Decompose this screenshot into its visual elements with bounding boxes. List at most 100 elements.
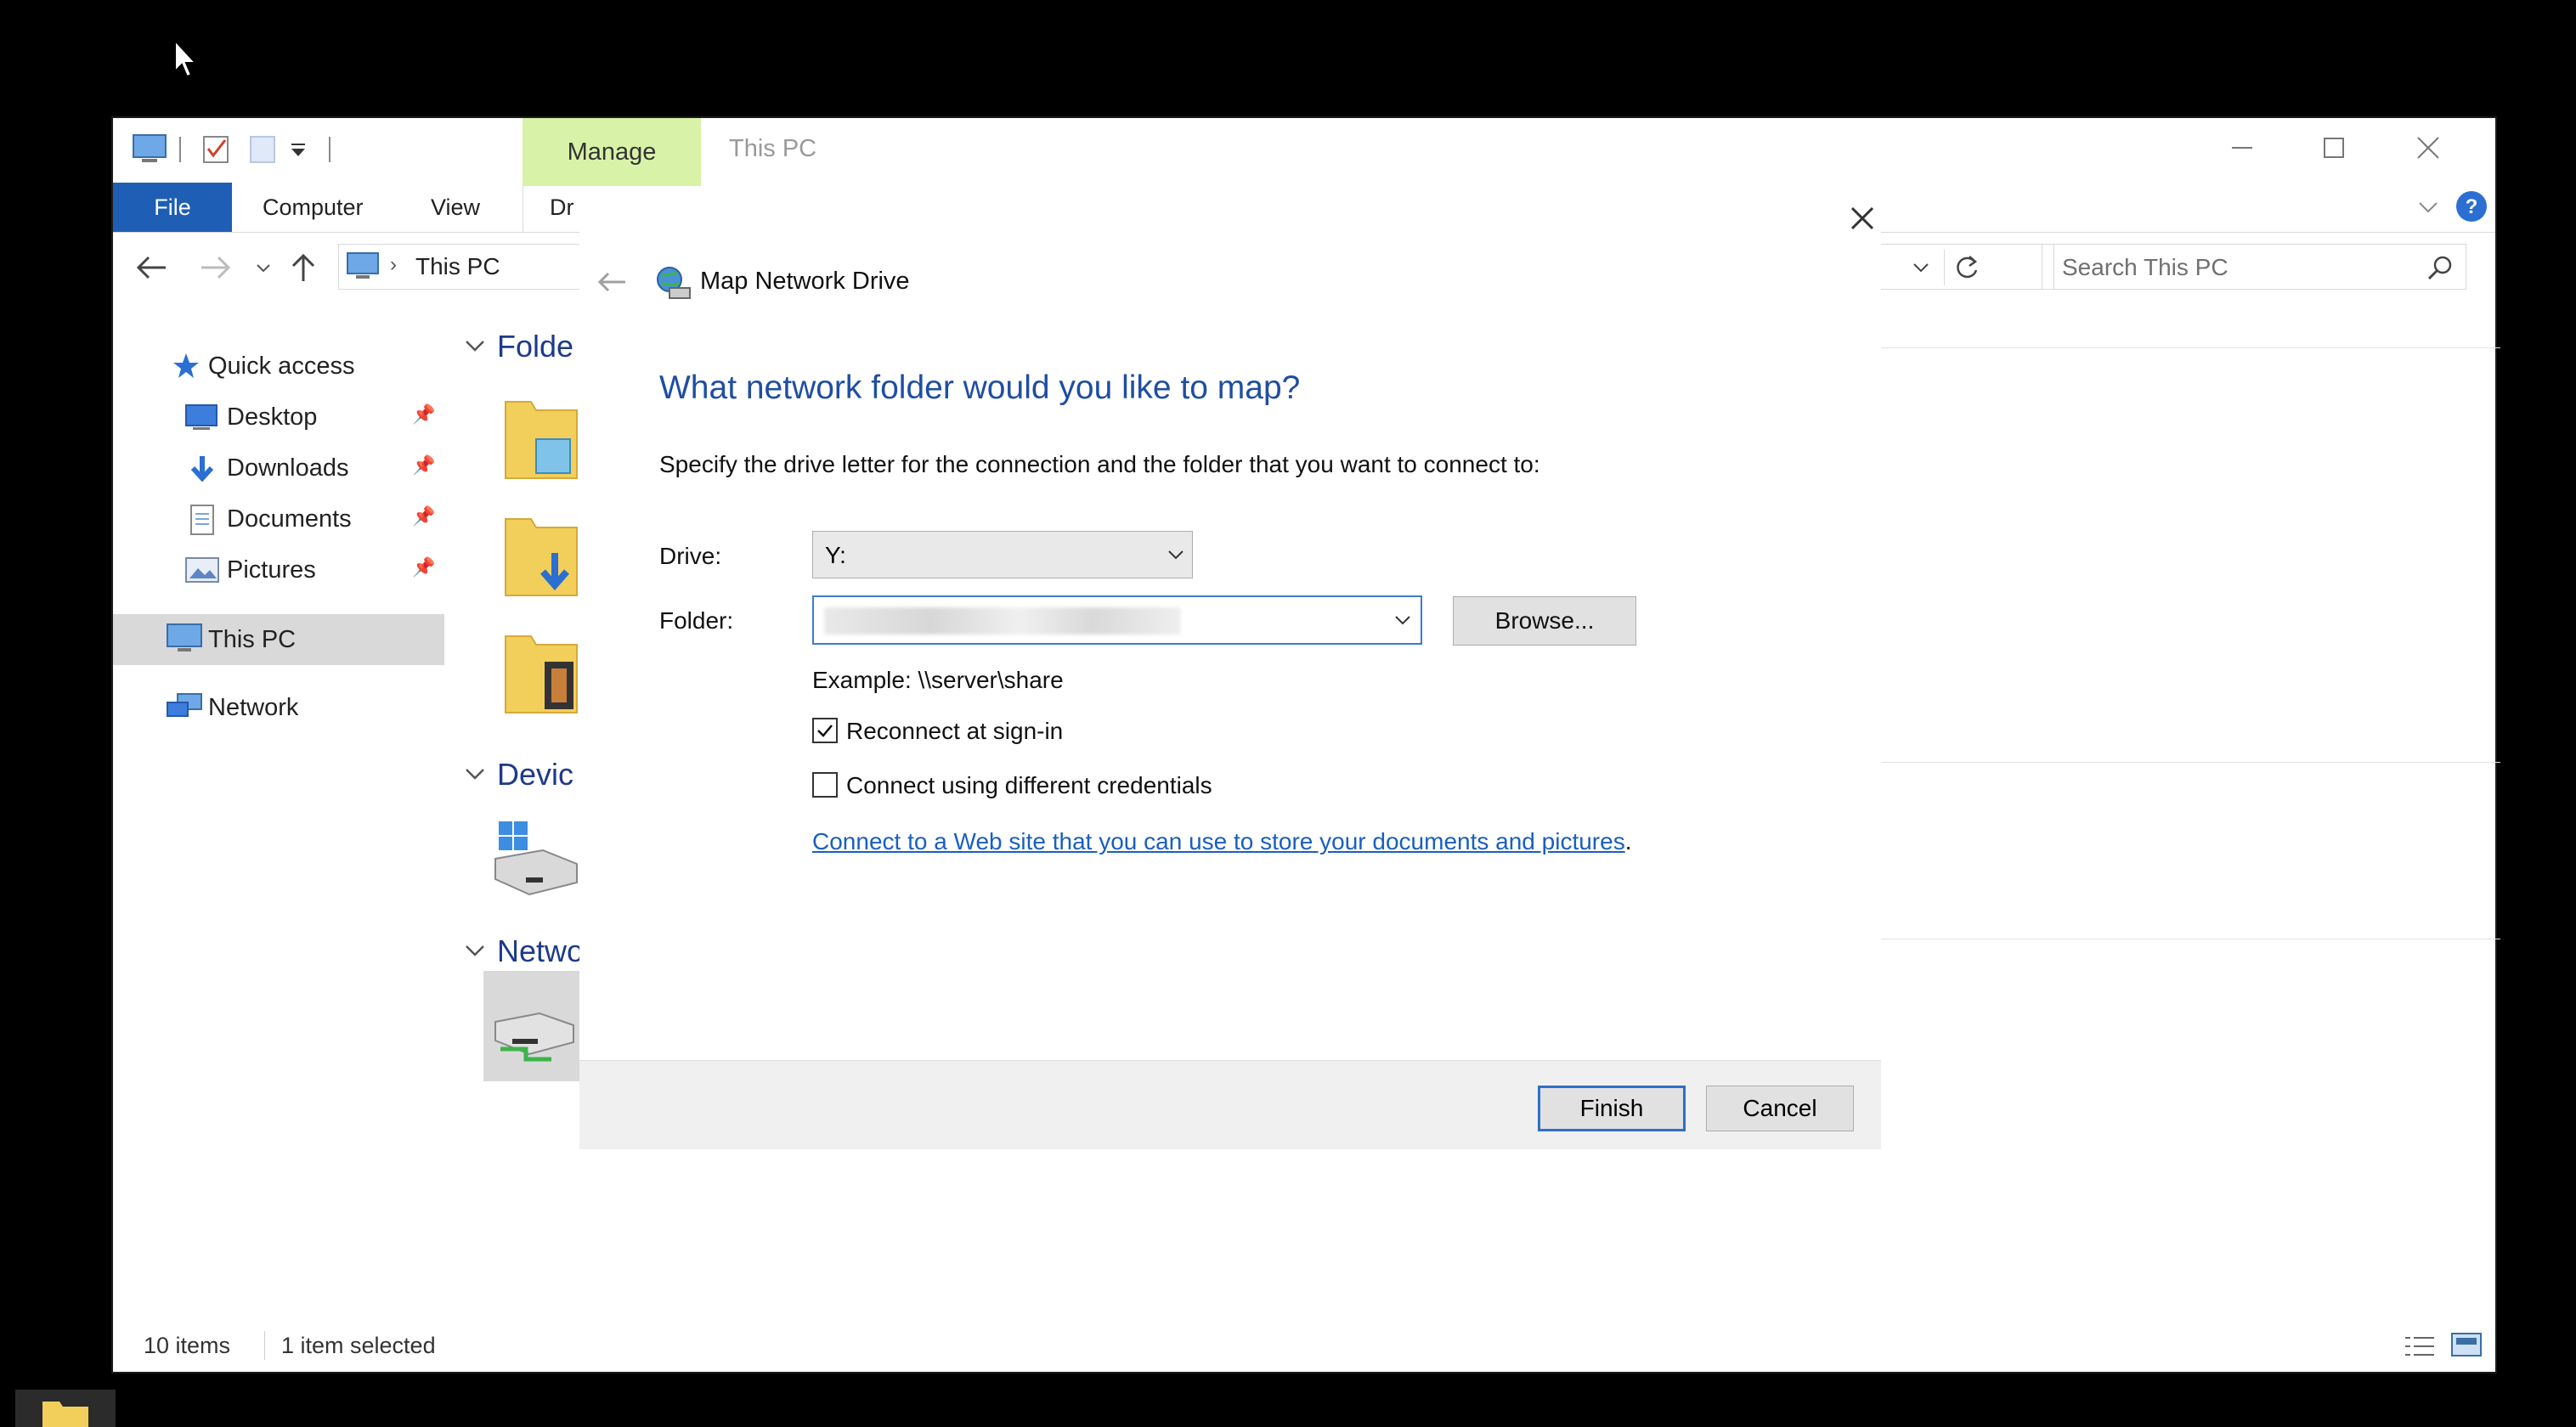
finish-button[interactable]: Finish bbox=[1538, 1086, 1686, 1131]
local-disk-icon[interactable] bbox=[492, 816, 580, 898]
chevron-down-icon[interactable] bbox=[463, 762, 487, 786]
search-icon[interactable] bbox=[2426, 254, 2455, 283]
window-title: This PC bbox=[729, 135, 817, 162]
chevron-down-icon[interactable] bbox=[463, 939, 487, 962]
close-icon[interactable] bbox=[2381, 127, 2475, 169]
drive-label: Drive: bbox=[659, 543, 722, 569]
pin-icon[interactable]: 📌 bbox=[412, 403, 435, 426]
network-drive-icon bbox=[494, 1012, 574, 1062]
chevron-down-icon bbox=[1168, 550, 1183, 560]
address-dropdown-icon[interactable] bbox=[1910, 257, 1932, 279]
address-divider bbox=[1944, 250, 1945, 285]
pin-icon[interactable]: 📌 bbox=[412, 454, 435, 477]
refresh-icon[interactable] bbox=[1952, 253, 1981, 282]
connect-website-link[interactable]: Connect to a Web site that you can use t… bbox=[812, 828, 1625, 855]
checkmark-icon bbox=[817, 725, 833, 737]
reconnect-label[interactable]: Reconnect at sign-in bbox=[846, 718, 1063, 745]
map-network-drive-dialog: Map Network Drive What network folder wo… bbox=[579, 198, 1881, 1149]
group-header-network-locations[interactable]: Netwo bbox=[497, 933, 584, 969]
reconnect-checkbox[interactable] bbox=[812, 718, 838, 743]
nav-label: Documents bbox=[227, 505, 352, 533]
forward-arrow-icon[interactable] bbox=[196, 252, 234, 283]
cancel-button[interactable]: Cancel bbox=[1706, 1086, 1854, 1131]
nav-item-documents[interactable]: Documents bbox=[113, 494, 436, 544]
taskbar-file-explorer[interactable] bbox=[15, 1390, 116, 1427]
nav-label: Pictures bbox=[227, 556, 316, 584]
tab-view[interactable]: View bbox=[431, 183, 480, 232]
folder-3d-objects-icon[interactable] bbox=[502, 393, 580, 487]
up-arrow-icon[interactable] bbox=[288, 251, 319, 285]
details-view-icon[interactable] bbox=[2402, 1333, 2438, 1360]
folder-label: Folder: bbox=[659, 607, 734, 634]
different-credentials-checkbox[interactable] bbox=[812, 772, 838, 798]
this-pc-icon bbox=[347, 252, 379, 279]
toolbar-separator bbox=[329, 137, 330, 162]
svg-text:?: ? bbox=[2466, 195, 2478, 218]
nav-item-pictures[interactable]: Pictures bbox=[113, 544, 436, 595]
different-credentials-label[interactable]: Connect using different credentials bbox=[846, 772, 1212, 799]
toolbar-separator bbox=[179, 137, 181, 162]
group-header-folders[interactable]: Folde bbox=[497, 329, 573, 364]
folder-downloads-icon[interactable] bbox=[502, 510, 580, 604]
network-drive-selected[interactable] bbox=[483, 971, 582, 1081]
back-arrow-icon[interactable] bbox=[595, 269, 629, 295]
dialog-heading: What network folder would you like to ma… bbox=[659, 369, 1301, 406]
web-link-period: . bbox=[1624, 828, 1632, 855]
chevron-down-icon[interactable] bbox=[1392, 609, 1414, 631]
group-header-devices[interactable]: Devic bbox=[497, 757, 573, 792]
dialog-title: Map Network Drive bbox=[700, 268, 910, 295]
address-bar[interactable]: › This PC bbox=[338, 244, 585, 290]
computer-icon bbox=[133, 134, 167, 162]
nav-item-quick-access[interactable]: Quick access bbox=[113, 341, 436, 392]
content-divider bbox=[1880, 762, 2500, 763]
dialog-description: Specify the drive letter for the connect… bbox=[659, 451, 1540, 477]
help-icon[interactable]: ? bbox=[2455, 189, 2488, 223]
address-bar-end[interactable] bbox=[1876, 244, 2054, 290]
recent-locations-icon[interactable] bbox=[254, 259, 273, 278]
nav-item-downloads[interactable]: Downloads bbox=[113, 443, 436, 494]
customize-toolbar-icon[interactable] bbox=[290, 142, 308, 159]
content-divider bbox=[1880, 347, 2500, 348]
search-placeholder: Search This PC bbox=[2062, 254, 2229, 280]
new-folder-icon[interactable] bbox=[249, 135, 278, 166]
drive-letter-value: Y: bbox=[825, 542, 846, 568]
chevron-down-icon[interactable] bbox=[463, 334, 487, 358]
minimize-icon[interactable] bbox=[2195, 127, 2288, 169]
nav-label: Downloads bbox=[227, 454, 349, 482]
mouse-cursor-icon bbox=[174, 39, 198, 78]
status-item-count: 10 items bbox=[144, 1333, 231, 1358]
pin-icon[interactable]: 📌 bbox=[412, 505, 435, 527]
folder-videos-icon[interactable] bbox=[502, 628, 580, 721]
nav-label: Quick access bbox=[208, 353, 355, 380]
nav-item-network[interactable]: Network bbox=[113, 682, 444, 733]
dialog-footer: Finish Cancel bbox=[579, 1060, 1881, 1149]
folder-path-input[interactable] bbox=[812, 595, 1422, 645]
redacted-folder-path bbox=[824, 607, 1181, 635]
breadcrumb-separator-icon: › bbox=[390, 253, 397, 276]
expand-ribbon-icon[interactable] bbox=[2415, 195, 2441, 220]
tab-manage[interactable]: Manage bbox=[523, 138, 701, 166]
nav-label: Desktop bbox=[227, 403, 318, 431]
tab-drive-tools[interactable]: Dr bbox=[550, 183, 574, 232]
folder-example-text: Example: \\server\share bbox=[812, 667, 1064, 693]
back-arrow-icon[interactable] bbox=[133, 252, 171, 283]
nav-item-this-pc[interactable]: This PC bbox=[113, 614, 444, 665]
nav-label: This PC bbox=[208, 626, 297, 653]
properties-icon[interactable] bbox=[201, 133, 232, 166]
tab-file[interactable]: File bbox=[113, 183, 232, 232]
web-link-row: Connect to a Web site that you can use t… bbox=[812, 828, 1631, 855]
maximize-icon[interactable] bbox=[2288, 127, 2381, 169]
status-divider bbox=[264, 1331, 265, 1360]
network-drive-globe-icon bbox=[657, 267, 691, 299]
tab-computer[interactable]: Computer bbox=[263, 183, 364, 232]
pin-icon[interactable]: 📌 bbox=[412, 556, 435, 578]
close-icon[interactable] bbox=[1837, 198, 1888, 249]
status-selection: 1 item selected bbox=[281, 1333, 436, 1358]
browse-button[interactable]: Browse... bbox=[1453, 596, 1636, 646]
drive-letter-select[interactable]: Y: bbox=[812, 531, 1193, 578]
breadcrumb-this-pc[interactable]: This PC bbox=[415, 253, 500, 280]
nav-item-desktop[interactable]: Desktop bbox=[113, 392, 436, 443]
folder-icon bbox=[42, 1402, 88, 1427]
large-icons-view-icon[interactable] bbox=[2449, 1331, 2483, 1360]
nav-label: Network bbox=[208, 694, 299, 721]
